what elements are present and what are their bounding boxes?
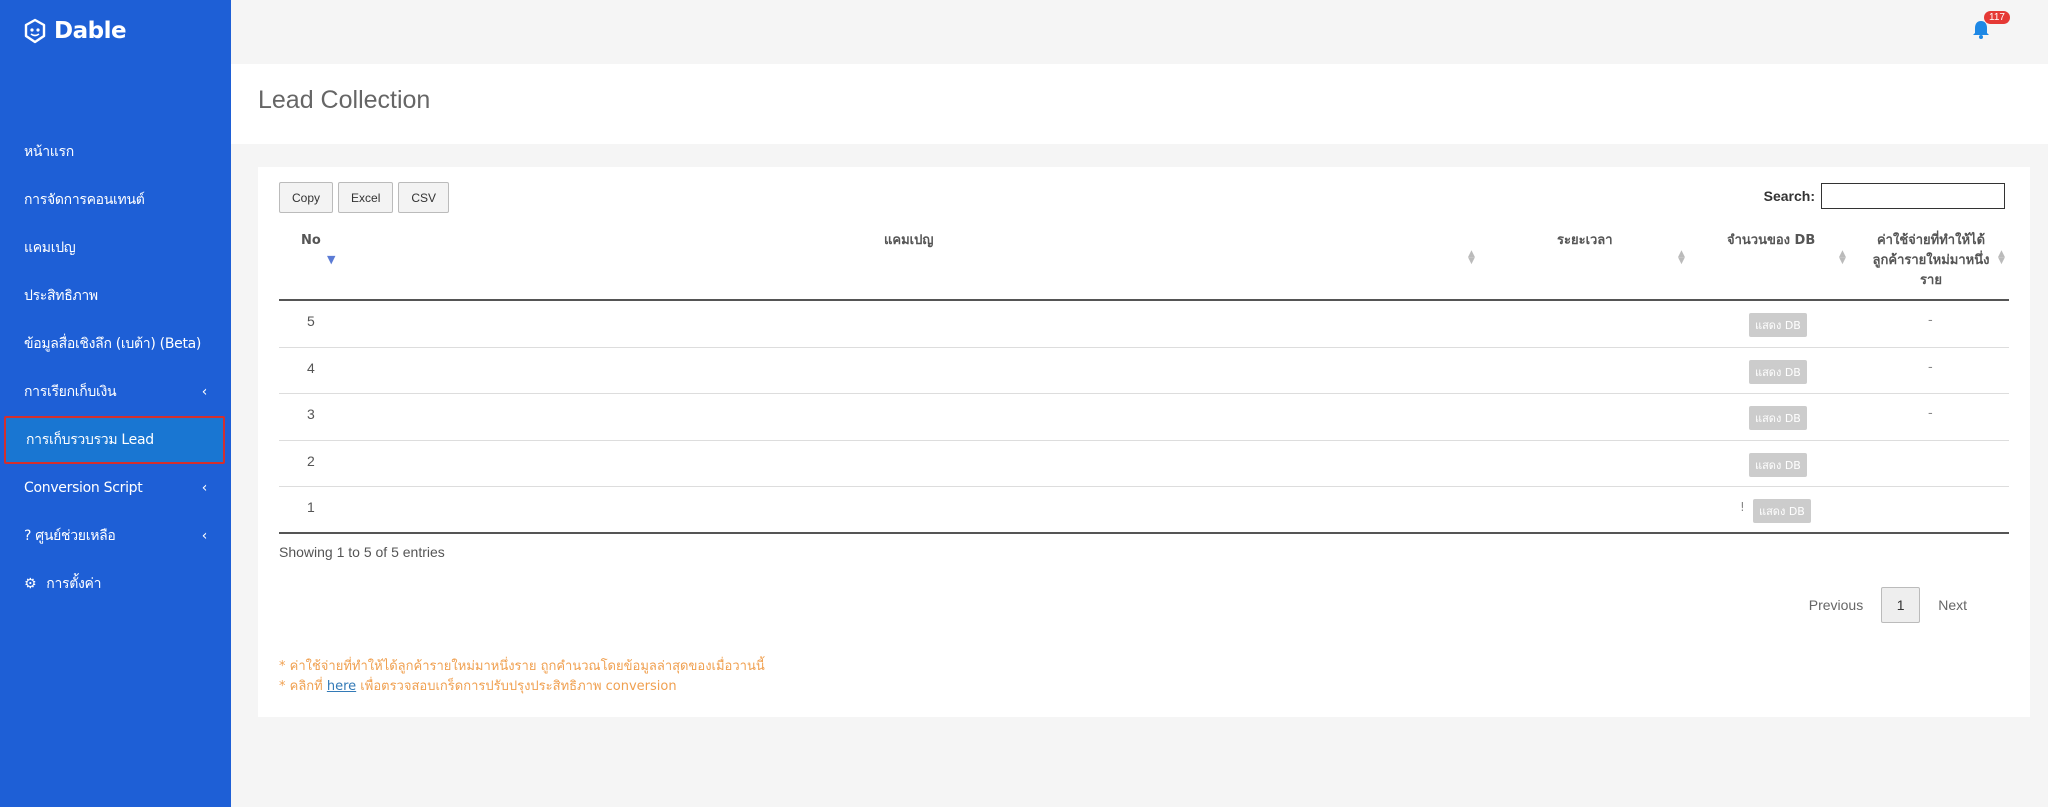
sidebar-item-label: หน้าแรก — [24, 144, 74, 160]
sidebar-item-home[interactable]: หน้าแรก — [0, 128, 231, 176]
table-row: 3 แสดง DB - — [279, 394, 2009, 441]
pagination: Previous 1 Next — [1791, 587, 1985, 623]
sidebar-item-label: การเรียกเก็บเงิน — [24, 384, 117, 400]
sidebar-item-media-insights[interactable]: ข้อมูลสื่อเชิงลึก (เบต้า) (Beta) — [0, 320, 231, 368]
table-row: 4 แสดง DB - — [279, 348, 2009, 394]
footnote-prefix: * คลิกที่ — [279, 679, 327, 694]
next-page-button[interactable]: Next — [1920, 597, 1985, 613]
sort-desc-icon: ▼ — [327, 253, 336, 266]
column-header-period[interactable]: ระยะเวลา — [1557, 231, 1613, 251]
footnotes: * ค่าใช้จ่ายที่ทำให้ได้ลูกค้ารายใหม่มาหน… — [279, 657, 765, 697]
page-header: Lead Collection — [231, 64, 2048, 144]
table-info: Showing 1 to 5 of 5 entries — [279, 544, 445, 560]
chevron-left-icon: ‹ — [201, 384, 208, 400]
top-bar: 117 — [231, 0, 2048, 63]
search-label: Search: — [1763, 188, 1815, 204]
show-db-button[interactable]: แสดง DB — [1749, 313, 1807, 337]
row-number: 5 — [307, 313, 315, 329]
row-number: 4 — [307, 359, 315, 376]
column-header-no[interactable]: No — [301, 231, 321, 251]
sort-icon: ▲ ▼ — [1839, 249, 1846, 266]
show-db-button[interactable]: แสดง DB — [1749, 359, 1807, 384]
table-row: 5 แสดง DB - — [279, 301, 2009, 348]
column-header-db-count[interactable]: จำนวนของ DB — [1727, 231, 1815, 251]
sidebar-item-conversion-script[interactable]: Conversion Script ‹ — [0, 464, 231, 512]
sidebar-item-help-center[interactable]: ? ศูนย์ช่วยเหลือ ‹ — [0, 512, 231, 560]
dable-logo-icon — [24, 18, 46, 44]
table-row: 2 แสดง DB — [279, 441, 2009, 487]
sort-icon: ▲ ▼ — [1468, 249, 1475, 266]
content-card: Copy Excel CSV Search: No ▼ แคมเปญ ▲ ▼ ระ… — [258, 167, 2030, 717]
export-buttons: Copy Excel CSV — [279, 182, 450, 213]
search-input[interactable] — [1821, 183, 2005, 209]
chevron-left-icon: ‹ — [201, 480, 208, 496]
column-header-cost-per-lead[interactable]: ค่าใช้จ่ายที่ทำให้ได้ลูกค้ารายใหม่มาหนึ่… — [1867, 231, 1995, 291]
sidebar-item-billing[interactable]: การเรียกเก็บเงิน ‹ — [0, 368, 231, 416]
brand-name: Dable — [54, 18, 127, 44]
table-header: No ▼ แคมเปญ ▲ ▼ ระยะเวลา ▲ ▼ จำนวนของ DB ▲… — [279, 225, 2009, 301]
sidebar-item-label: ? ศูนย์ช่วยเหลือ — [24, 528, 116, 544]
search-box: Search: — [1764, 183, 2005, 209]
brand-logo[interactable]: Dable — [22, 18, 127, 44]
sidebar-item-label: การจัดการคอนเทนต์ — [24, 192, 145, 208]
row-number: 1 — [307, 499, 315, 515]
cost-value: - — [1928, 406, 1933, 421]
excel-button[interactable]: Excel — [338, 182, 394, 213]
page-number-button[interactable]: 1 — [1881, 587, 1921, 623]
column-header-campaign[interactable]: แคมเปญ — [884, 231, 933, 251]
sidebar-item-content-management[interactable]: การจัดการคอนเทนต์ — [0, 176, 231, 224]
sidebar-item-label: ข้อมูลสื่อเชิงลึก (เบต้า) (Beta) — [24, 336, 202, 352]
chevron-left-icon: ‹ — [201, 528, 208, 544]
sidebar-item-label: Conversion Script — [24, 480, 143, 496]
page-title: Lead Collection — [258, 86, 431, 114]
sort-icon: ▲ ▼ — [1998, 249, 2005, 266]
sidebar-item-label: แคมเปญ — [24, 240, 76, 256]
sidebar-item-label: ประสิทธิภาพ — [24, 288, 98, 304]
sidebar-item-lead-collection[interactable]: การเก็บรวบรวม Lead — [4, 416, 225, 464]
here-link[interactable]: here — [327, 679, 356, 694]
row-number: 2 — [307, 452, 315, 469]
footnote-cost: * ค่าใช้จ่ายที่ทำให้ได้ลูกค้ารายใหม่มาหน… — [279, 659, 765, 674]
truncated-value: ! — [1740, 500, 1745, 514]
sort-icon: ▲ ▼ — [1678, 249, 1685, 266]
footnote-conversion: * คลิกที่ here เพื่อตรวจสอบเกร็ดการปรับป… — [279, 677, 765, 697]
copy-button[interactable]: Copy — [279, 182, 334, 213]
table-row: 1 ! แสดง DB — [279, 487, 2009, 534]
csv-button[interactable]: CSV — [398, 182, 450, 213]
sidebar-item-performance[interactable]: ประสิทธิภาพ — [0, 272, 231, 320]
notification-badge: 117 — [1984, 11, 2010, 24]
show-db-button[interactable]: แสดง DB — [1749, 452, 1807, 477]
footnote-suffix: เพื่อตรวจสอบเกร็ดการปรับปรุงประสิทธิภาพ … — [356, 679, 677, 694]
sidebar-item-label: การตั้งค่า — [46, 576, 102, 592]
show-db-button[interactable]: แสดง DB — [1753, 499, 1811, 523]
sidebar-nav: หน้าแรก การจัดการคอนเทนต์ แคมเปญ ประสิทธ… — [0, 128, 231, 608]
gear-icon: ⚙ — [24, 576, 37, 592]
sidebar: Dable หน้าแรก การจัดการคอนเทนต์ แคมเปญ ป… — [0, 0, 231, 807]
sidebar-item-label: การเก็บรวบรวม Lead — [26, 432, 154, 448]
lead-table: No ▼ แคมเปญ ▲ ▼ ระยะเวลา ▲ ▼ จำนวนของ DB ▲… — [279, 225, 2009, 534]
show-db-button[interactable]: แสดง DB — [1749, 406, 1807, 430]
previous-page-button[interactable]: Previous — [1791, 597, 1881, 613]
cost-value: - — [1928, 313, 1933, 328]
row-number: 3 — [307, 406, 315, 422]
sidebar-item-campaign[interactable]: แคมเปญ — [0, 224, 231, 272]
cost-value: - — [1928, 359, 1933, 375]
sidebar-item-settings[interactable]: ⚙ การตั้งค่า — [0, 560, 231, 608]
